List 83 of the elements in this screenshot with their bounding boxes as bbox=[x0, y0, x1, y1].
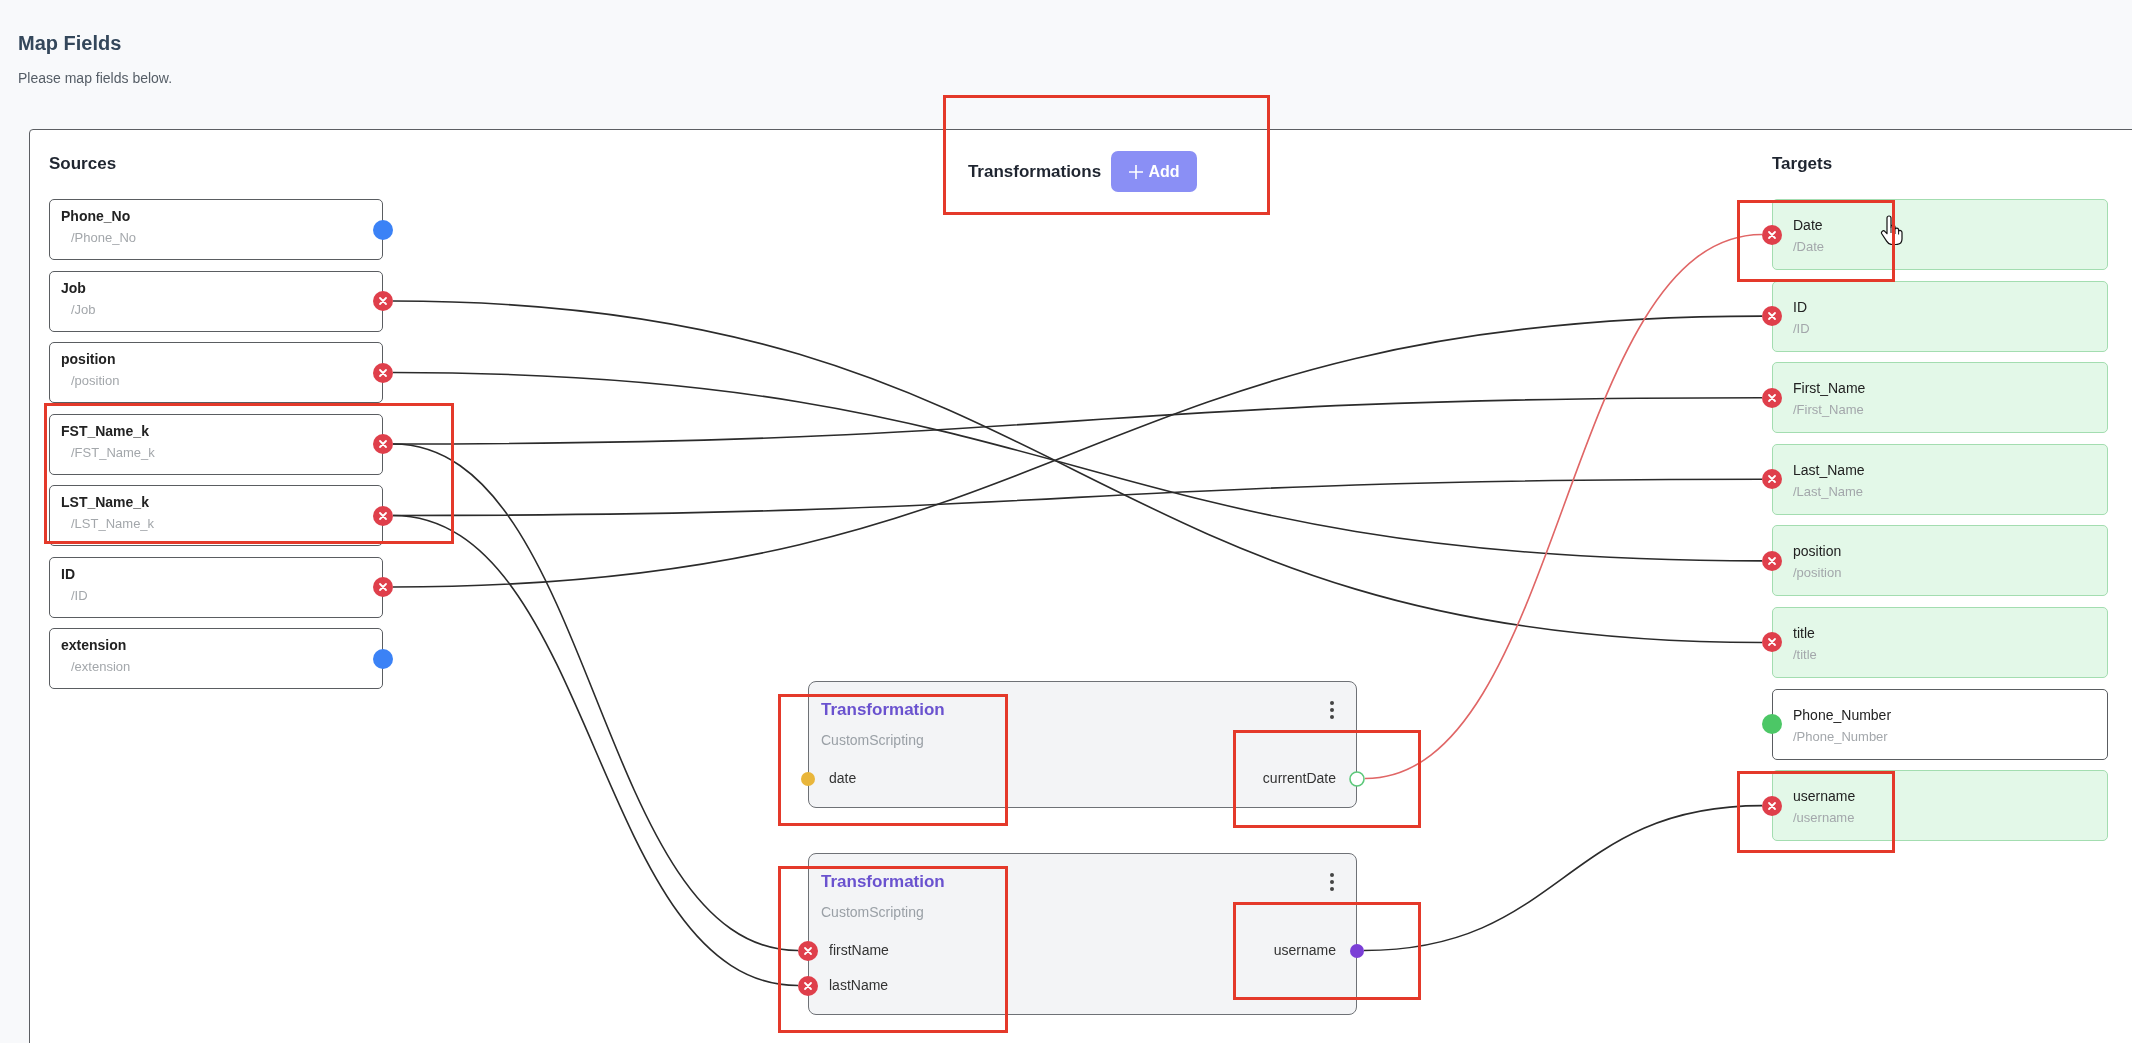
field-path: /Date bbox=[1793, 238, 1826, 256]
section-heading: Sources bbox=[49, 153, 118, 175]
field-name: Last_Name bbox=[1793, 460, 1866, 480]
field-name: Phone_Number bbox=[1793, 705, 1893, 725]
source-field-card[interactable]: position /position bbox=[49, 342, 383, 403]
source-field-card[interactable]: ID /ID bbox=[49, 556, 383, 618]
field-name: position bbox=[61, 350, 117, 369]
target-field-card[interactable]: username /username bbox=[1772, 770, 2108, 842]
field-name: ID bbox=[1793, 297, 1808, 317]
x-circle-icon[interactable] bbox=[373, 434, 393, 454]
transformation-node[interactable]: Transformation CustomScripting date currentDate bbox=[808, 681, 1357, 808]
field-name: title bbox=[1793, 623, 1816, 643]
field-path: /position bbox=[1793, 564, 1843, 583]
field-path: /First_Name bbox=[1793, 401, 1865, 420]
more-options-icon[interactable] bbox=[1330, 701, 1334, 719]
target-field-card[interactable]: Last_Name /Last_Name bbox=[1772, 443, 2108, 515]
x-circle-icon[interactable] bbox=[373, 505, 393, 526]
field-name: username bbox=[1793, 787, 1857, 807]
port-label: username bbox=[1273, 941, 1336, 960]
x-circle-icon[interactable] bbox=[1762, 550, 1782, 571]
node-title: Transformation bbox=[821, 871, 945, 893]
x-circle-icon[interactable] bbox=[373, 291, 393, 311]
x-circle-icon[interactable] bbox=[373, 577, 393, 597]
field-name: Date bbox=[1793, 216, 1824, 235]
field-name: FST_Name_k bbox=[61, 421, 150, 441]
source-field-card[interactable]: extension /extension bbox=[49, 628, 383, 689]
field-path: /Phone_No bbox=[70, 229, 138, 247]
field-path: /title bbox=[1793, 645, 1818, 664]
target-field-card[interactable]: ID /ID bbox=[1772, 280, 2108, 352]
field-path: /Phone_Number bbox=[1793, 727, 1889, 746]
connector-dot-icon[interactable] bbox=[801, 771, 815, 786]
node-type: CustomScripting bbox=[821, 903, 924, 921]
more-options-icon[interactable] bbox=[1330, 873, 1334, 891]
field-name: ID bbox=[61, 564, 76, 584]
section-heading: Transformations bbox=[967, 160, 1102, 183]
node-title: Transformation bbox=[821, 699, 945, 721]
connector-dot-icon[interactable] bbox=[1350, 943, 1364, 958]
field-path: /FST_Name_k bbox=[70, 443, 156, 462]
connector-dot-icon[interactable] bbox=[373, 648, 393, 669]
field-path: /ID bbox=[70, 586, 89, 605]
field-path: /ID bbox=[1793, 319, 1811, 338]
field-path: /username bbox=[1793, 809, 1856, 828]
x-circle-icon[interactable] bbox=[1762, 632, 1782, 653]
x-circle-icon[interactable] bbox=[1762, 469, 1782, 490]
x-circle-icon[interactable] bbox=[373, 362, 393, 383]
port-label: lastName bbox=[829, 976, 889, 995]
source-field-card[interactable]: Phone_No /Phone_No bbox=[49, 199, 383, 260]
target-field-card[interactable]: Phone_Number /Phone_Number bbox=[1772, 688, 2108, 760]
target-field-card[interactable]: title /title bbox=[1772, 606, 2108, 678]
source-field-card[interactable]: Job /Job bbox=[49, 270, 383, 332]
x-circle-icon[interactable] bbox=[1762, 224, 1782, 245]
x-circle-icon[interactable] bbox=[798, 975, 818, 996]
x-circle-icon[interactable] bbox=[798, 940, 818, 961]
connector-dot-icon[interactable] bbox=[1762, 714, 1782, 735]
field-path: /position bbox=[70, 372, 121, 390]
transformation-node[interactable]: Transformation CustomScripting firstName lastName username bbox=[808, 853, 1357, 1015]
x-circle-icon[interactable] bbox=[1762, 306, 1782, 327]
field-name: First_Name bbox=[1793, 379, 1867, 399]
port-label: currentDate bbox=[1262, 769, 1336, 788]
field-name: Phone_No bbox=[61, 207, 132, 226]
port-label: firstName bbox=[829, 941, 889, 960]
connector-dot-icon[interactable] bbox=[373, 219, 393, 240]
target-field-card[interactable]: Date /Date bbox=[1772, 199, 2108, 270]
target-field-card[interactable]: position /position bbox=[1772, 525, 2108, 597]
field-path: /extension bbox=[70, 658, 132, 676]
section-heading: Targets bbox=[1772, 153, 1834, 175]
plus-icon bbox=[1128, 164, 1143, 179]
source-field-card[interactable]: LST_Name_k /LST_Name_k bbox=[49, 485, 383, 546]
field-path: /Job bbox=[70, 300, 97, 319]
page-description: Please map fields below. bbox=[18, 69, 174, 88]
field-name: extension bbox=[61, 636, 128, 655]
field-path: /LST_Name_k bbox=[70, 515, 156, 533]
field-path: /Last_Name bbox=[1793, 482, 1865, 501]
source-field-card[interactable]: FST_Name_k /FST_Name_k bbox=[49, 413, 383, 475]
port-label: date bbox=[829, 769, 857, 788]
x-circle-icon[interactable] bbox=[1762, 387, 1782, 408]
page-title: Map Fields bbox=[18, 31, 123, 56]
field-name: position bbox=[1793, 542, 1843, 562]
field-name: LST_Name_k bbox=[61, 493, 150, 512]
field-name: Job bbox=[61, 278, 87, 298]
x-circle-icon[interactable] bbox=[1762, 795, 1782, 816]
node-type: CustomScripting bbox=[821, 731, 924, 749]
target-field-card[interactable]: First_Name /First_Name bbox=[1772, 362, 2108, 434]
